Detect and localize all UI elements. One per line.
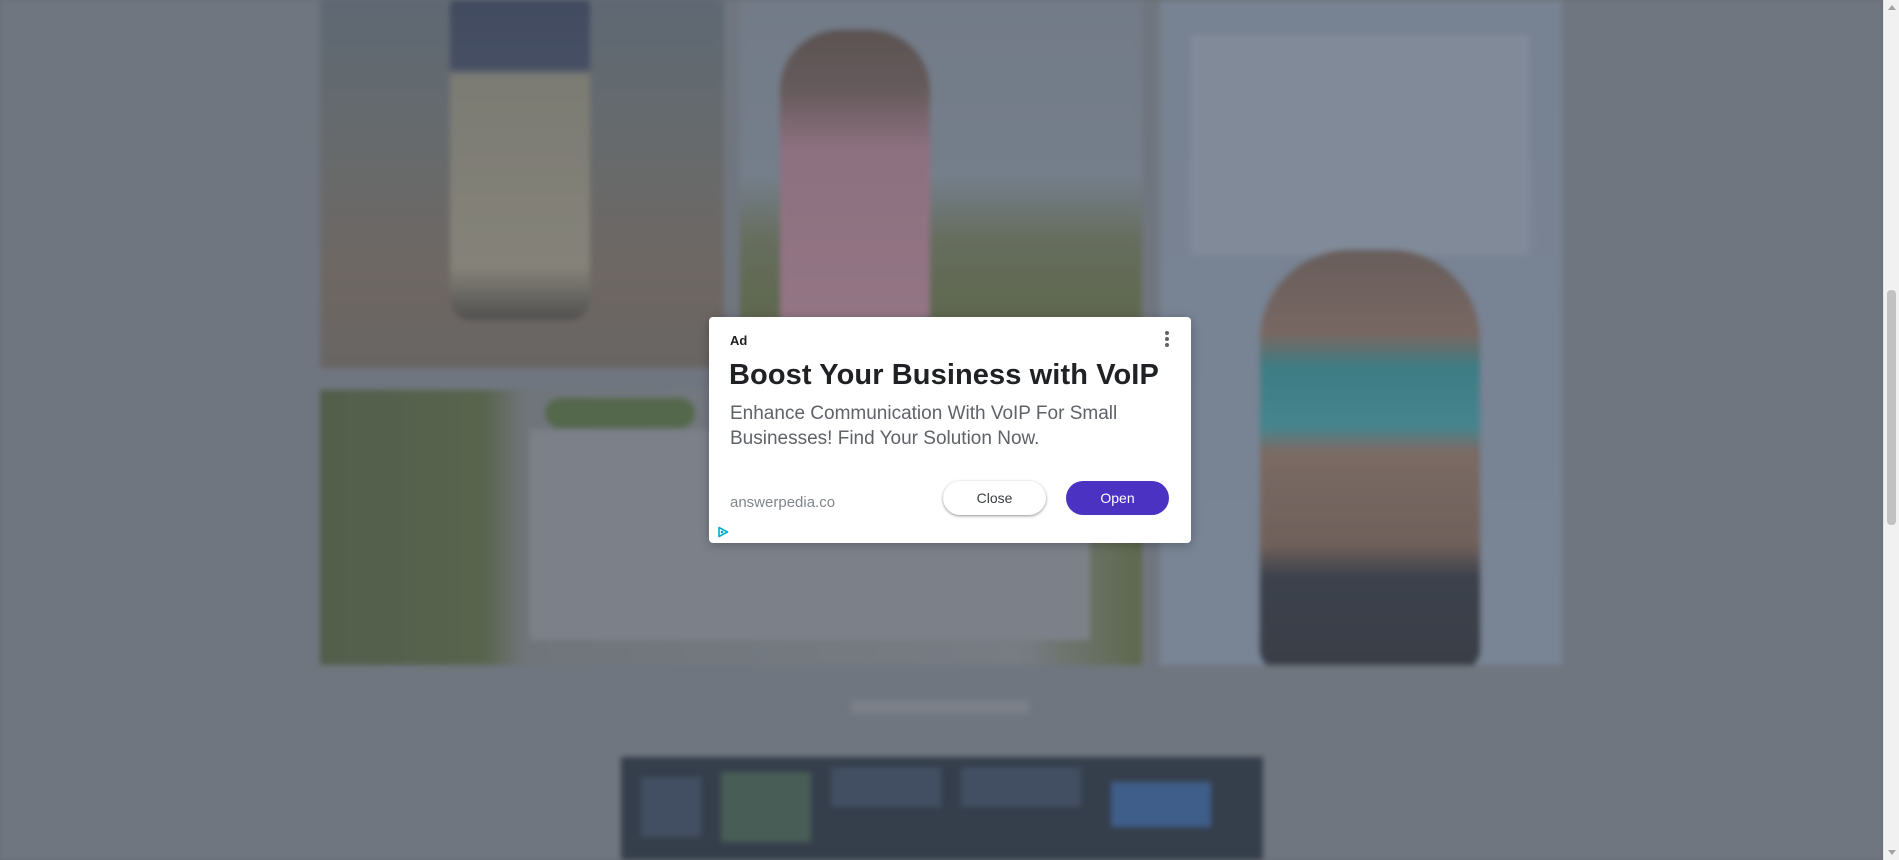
ad-domain[interactable]: answerpedia.co <box>730 494 835 511</box>
adchoices-icon[interactable] <box>717 526 729 538</box>
ad-label: Ad <box>730 333 748 348</box>
scroll-up-arrow-icon[interactable] <box>1888 5 1896 10</box>
ad-dialog: Ad Boost Your Business with VoIP Enhance… <box>709 317 1191 543</box>
scrollbar-thumb[interactable] <box>1887 290 1896 525</box>
ad-body-text[interactable]: Enhance Communication With VoIP For Smal… <box>730 401 1170 451</box>
scroll-down-arrow-icon[interactable] <box>1888 850 1896 855</box>
vertical-scrollbar[interactable] <box>1883 0 1899 860</box>
open-button[interactable]: Open <box>1066 481 1169 515</box>
ad-headline[interactable]: Boost Your Business with VoIP <box>729 359 1179 392</box>
more-vert-icon[interactable] <box>1161 331 1173 351</box>
close-button[interactable]: Close <box>943 481 1046 515</box>
